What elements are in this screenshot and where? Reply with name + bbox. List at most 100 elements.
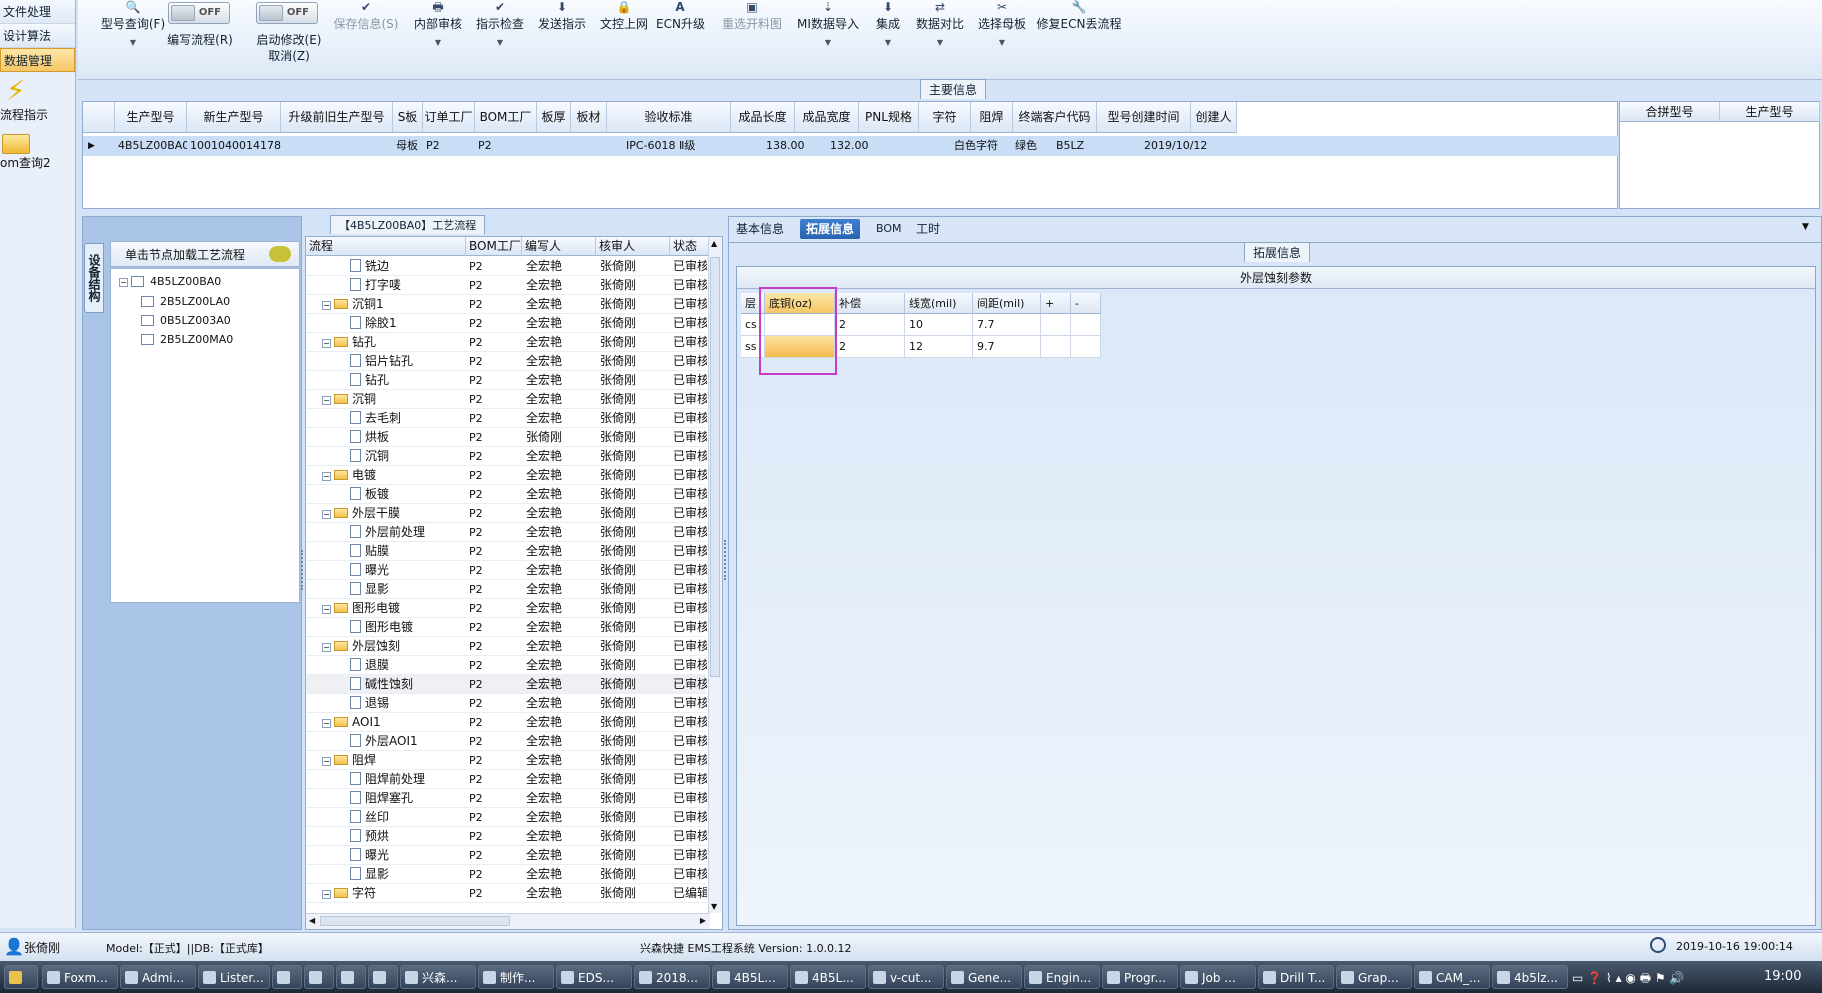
table-row[interactable]: 铝片钻孔 P2 全宏艳 张倚刚 已审核	[306, 352, 707, 371]
taskbar-item[interactable]: 4B5L...	[712, 965, 788, 989]
table-row[interactable]: 阻焊前处理 P2 全宏艳 张倚刚 已审核	[306, 770, 707, 789]
vertical-scrollbar[interactable]: ▲ ▼	[708, 237, 722, 913]
table-row[interactable]: 阻焊塞孔 P2 全宏艳 张倚刚 已审核	[306, 789, 707, 808]
cell[interactable]: 2019/10/12	[1141, 136, 1235, 156]
col-header[interactable]: 阻焊	[971, 102, 1013, 133]
fix-ecn-flow-button[interactable]: 🔧 修复ECN丢流程	[1036, 0, 1122, 32]
col-header[interactable]: 订单工厂	[423, 102, 475, 133]
taskbar-item[interactable]: 2018...	[634, 965, 710, 989]
write-flow-toggle[interactable]: OFF	[168, 2, 230, 24]
taskbar-item[interactable]: 制作...	[478, 965, 554, 989]
col-header[interactable]: 合拼型号	[1620, 102, 1720, 122]
taskbar-item[interactable]: Foxm...	[42, 965, 118, 989]
col-header[interactable]: 间距(mil)	[973, 293, 1041, 314]
table-row[interactable]: 显影 P2 全宏艳 张倚刚 已审核	[306, 865, 707, 884]
cell[interactable]: IPC-6018 Ⅱ级	[623, 136, 731, 156]
cell[interactable]	[571, 136, 607, 156]
table-row[interactable]: 退锡 P2 全宏艳 张倚刚 已审核	[306, 694, 707, 713]
col-header[interactable]: 终端客户代码	[1013, 102, 1097, 133]
scrollbar-thumb[interactable]	[320, 916, 510, 926]
col-header[interactable]: 生产型号	[1720, 102, 1820, 122]
cell[interactable]: 4B5LZ00BA0	[115, 136, 187, 156]
send-instruction-button[interactable]: ⬇ 发送指示	[532, 0, 592, 32]
taskbar-item[interactable]	[368, 965, 398, 989]
cell[interactable]: 138.00	[763, 136, 813, 156]
col-header[interactable]: 验收标准	[607, 102, 731, 133]
table-row[interactable]: 去毛刺 P2 全宏艳 张倚刚 已审核	[306, 409, 707, 428]
taskbar-item[interactable]: Job ...	[1180, 965, 1256, 989]
col-header[interactable]: 新生产型号	[187, 102, 281, 133]
col-header[interactable]: 板厚	[537, 102, 571, 133]
cell[interactable]	[1041, 314, 1071, 336]
col-header[interactable]: 成品长度	[731, 102, 795, 133]
cell[interactable]: 白色字符	[951, 136, 1003, 156]
table-row[interactable]: − AOI1 P2 全宏艳 张倚刚 已审核	[306, 713, 707, 732]
table-row[interactable]: 铣边 P2 全宏艳 张倚刚 已审核	[306, 257, 707, 276]
cell[interactable]	[859, 136, 919, 156]
cell[interactable]: 12	[905, 336, 973, 358]
nav-om-query[interactable]: om查询2	[0, 134, 76, 171]
table-row[interactable]: 贴膜 P2 全宏艳 张倚刚 已审核	[306, 542, 707, 561]
col-header[interactable]: S板	[393, 102, 423, 133]
integrate-button[interactable]: ⬇ 集成 ▼	[868, 0, 908, 47]
col-header[interactable]: 升级前旧生产型号	[281, 102, 393, 133]
collapse-icon[interactable]: −	[322, 719, 331, 728]
col-header[interactable]: 生产型号	[115, 102, 187, 133]
table-row[interactable]: 外层AOI1 P2 全宏艳 张倚刚 已审核	[306, 732, 707, 751]
cell[interactable]: 9.7	[973, 336, 1041, 358]
nav-item-file-processing[interactable]: 文件处理	[0, 0, 75, 24]
table-row[interactable]: − 沉铜 P2 全宏艳 张倚刚 已审核	[306, 390, 707, 409]
tab-extended-info[interactable]: 拓展信息	[800, 219, 861, 239]
table-row[interactable]: 曝光 P2 全宏艳 张倚刚 已审核	[306, 561, 707, 580]
save-info-button[interactable]: ✔ 保存信息(S)	[330, 0, 402, 32]
select-mother-board-button[interactable]: ✂ 选择母板 ▼	[972, 0, 1032, 47]
nav-item-data-management[interactable]: 数据管理	[0, 48, 75, 72]
cell[interactable]	[1243, 136, 1289, 156]
horizontal-scrollbar[interactable]: ◀ ▶	[306, 913, 710, 929]
add-row-button[interactable]: +	[1041, 293, 1071, 314]
collapse-icon[interactable]: −	[322, 510, 331, 519]
collapse-icon[interactable]: −	[322, 643, 331, 652]
cell[interactable]: 7.7	[973, 314, 1041, 336]
ecn-upgrade-button[interactable]: A ECN升级	[656, 0, 705, 32]
taskbar-clock[interactable]: 19:00	[1764, 969, 1801, 984]
col-header[interactable]: PNL规格	[859, 102, 919, 133]
table-row[interactable]: 曝光 P2 全宏艳 张倚刚 已审核	[306, 846, 707, 865]
table-row[interactable]: 除胶1 P2 全宏艳 张倚刚 已审核	[306, 314, 707, 333]
cell[interactable]: 2	[835, 314, 905, 336]
taskbar-item[interactable]: Progr...	[1102, 965, 1178, 989]
table-row[interactable]: 沉铜 P2 全宏艳 张倚刚 已审核	[306, 447, 707, 466]
table-row[interactable]: − 沉铜1 P2 全宏艳 张倚刚 已审核	[306, 295, 707, 314]
taskbar-item[interactable]: EDS...	[556, 965, 632, 989]
cell[interactable]: P2	[423, 136, 475, 156]
cell[interactable]: 母板	[393, 136, 423, 156]
col-header[interactable]: 线宽(mil)	[905, 293, 973, 314]
nav-item-design-algorithm[interactable]: 设计算法	[0, 24, 75, 48]
start-modify-toggle[interactable]: OFF	[256, 2, 318, 24]
tray-icons[interactable]: ▭ ❓ ⌇ ▴ ◉ 🖶 ⚑ 🔊	[1572, 969, 1684, 990]
collapse-icon[interactable]: −	[322, 472, 331, 481]
remove-row-button[interactable]: -	[1071, 293, 1101, 314]
tab-bom[interactable]: BOM	[870, 219, 908, 239]
scroll-down-icon[interactable]: ▼	[711, 902, 717, 911]
start-button[interactable]	[4, 965, 38, 989]
taskbar-item[interactable]: Drill T...	[1258, 965, 1334, 989]
taskbar-item[interactable]	[336, 965, 366, 989]
table-row[interactable]: − 外层干膜 P2 全宏艳 张倚刚 已审核	[306, 504, 707, 523]
table-row[interactable]: 预烘 P2 全宏艳 张倚刚 已审核	[306, 827, 707, 846]
splitter-handle[interactable]	[724, 540, 728, 580]
taskbar-item[interactable]: CAM_...	[1414, 965, 1490, 989]
nav-flow-instruction[interactable]: ⚡ 流程指示	[0, 76, 76, 123]
cell[interactable]	[281, 136, 393, 156]
cancel-button[interactable]: 取消(Z)	[244, 46, 334, 64]
table-row[interactable]: ▶ 4B5LZ00BA0 10010400141781 母板 P2 P2 IPC…	[83, 136, 1619, 156]
chevron-down-icon[interactable]: ▼	[1802, 222, 1809, 232]
cell[interactable]: 10010400141781	[187, 136, 281, 156]
taskbar-item[interactable]: Grap...	[1336, 965, 1412, 989]
collapse-icon[interactable]: −	[322, 757, 331, 766]
cell[interactable]: 绿色	[1012, 136, 1054, 156]
scroll-left-icon[interactable]: ◀	[309, 916, 315, 925]
taskbar-item[interactable]: Admi...	[120, 965, 196, 989]
table-row[interactable]: 图形电镀 P2 全宏艳 张倚刚 已审核	[306, 618, 707, 637]
taskbar-item[interactable]	[304, 965, 334, 989]
